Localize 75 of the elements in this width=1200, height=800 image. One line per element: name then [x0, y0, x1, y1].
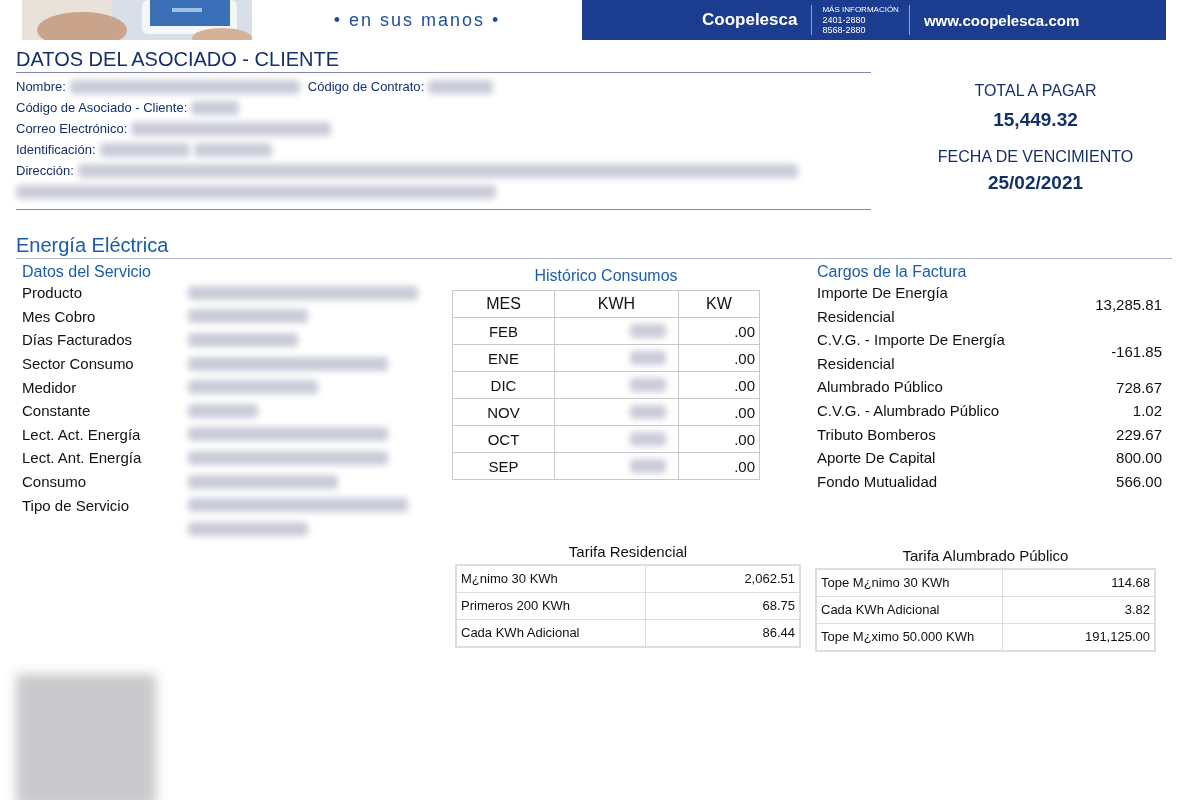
field-label: Dirección:: [16, 163, 74, 178]
charge-amount: 229.67: [1116, 425, 1162, 443]
slogan: • en sus manos •: [333, 9, 501, 31]
charge-label: Aporte De Capital: [817, 448, 937, 469]
charge-label: C.V.G. - Alumbrado Público: [817, 400, 1001, 421]
charge-label: Alumbrado Público: [817, 377, 944, 398]
service-label: Consumo: [22, 473, 88, 491]
field-label: Nombre:: [16, 79, 66, 94]
table-cell: ENE: [452, 344, 555, 372]
charge-amount: 728.67: [1116, 378, 1162, 396]
website-link[interactable]: www.coopelesca.com: [923, 11, 1080, 29]
charge-label: Fondo Mutualidad: [817, 471, 939, 492]
service-label: Sector Consumo: [22, 355, 135, 373]
table-title: Tarifa Alumbrado Público: [902, 546, 1069, 564]
charge-amount: 13,285.81: [1095, 296, 1162, 314]
charge-amount: -161.85: [1111, 343, 1162, 361]
field-label: Identificación:: [16, 142, 96, 157]
blurred-text: [629, 405, 666, 419]
blurred-text: [629, 351, 666, 365]
brand-logo: Coopelesca: [702, 10, 798, 30]
service-label: Producto: [22, 284, 84, 302]
service-label: Medidor: [22, 378, 78, 396]
table-cell: Tope M¿nimo 30 KWh: [816, 568, 1003, 597]
blurred-text: [428, 79, 494, 94]
service-label: Mes Cobro: [22, 307, 97, 325]
total-label: TOTAL A PAGAR: [974, 82, 1097, 100]
due-date: 25/02/2021: [987, 172, 1084, 194]
charge-amount: 566.00: [1116, 473, 1162, 491]
phone-number: 2401-2880: [822, 15, 867, 25]
table-cell: .00: [678, 452, 760, 480]
table-cell: Cada KWh Adicional: [816, 596, 1003, 624]
service-label: Constante: [22, 402, 92, 420]
due-date-label: FECHA DE VENCIMIENTO: [937, 148, 1134, 166]
service-label: Lect. Act. Energía: [22, 425, 142, 443]
column-header: MES: [452, 290, 555, 318]
field-label: Correo Electrónico:: [16, 121, 128, 136]
info-label: MÁS INFORMACIÓN: [822, 5, 899, 15]
blurred-text: [629, 378, 666, 392]
section-title: Energía Eléctrica: [16, 234, 1172, 259]
table-cell: .00: [678, 398, 760, 426]
charge-label: Importe De Energía Residencial: [817, 283, 949, 327]
service-label: Lect. Ant. Energía: [22, 449, 143, 467]
column-heading: Cargos de la Factura: [817, 263, 968, 281]
table-cell: .00: [678, 425, 760, 453]
column-header: KWH: [554, 290, 679, 318]
table-cell: OCT: [452, 425, 555, 453]
blurred-text: [188, 403, 258, 418]
blurred-text: [629, 459, 666, 473]
charge-label: Tributo Bomberos: [817, 424, 937, 445]
charge-amount: 800.00: [1116, 449, 1162, 467]
field-label: Código de Contrato:: [307, 79, 425, 94]
table-cell: .00: [678, 344, 760, 372]
field-label: Código de Asociado - Cliente:: [16, 100, 188, 115]
blurred-text: [191, 100, 240, 115]
blurred-text: [629, 432, 666, 446]
charge-amount: 1.02: [1132, 402, 1162, 420]
blurred-text: [629, 324, 666, 338]
table-cell: DIC: [452, 371, 555, 399]
table-cell: .00: [678, 317, 760, 345]
section-title: DATOS DEL ASOCIADO - CLIENTE: [16, 48, 871, 73]
table-cell: M¿nimo 30 KWh: [456, 564, 646, 593]
table-cell: NOV: [452, 398, 555, 426]
table-cell: FEB: [452, 317, 555, 345]
total-amount: 15,449.32: [993, 109, 1078, 131]
table-cell: Primeros 200 KWh: [456, 592, 646, 620]
service-label: Tipo de Servicio: [22, 496, 130, 514]
table-cell: SEP: [452, 452, 555, 480]
service-label: Días Facturados: [22, 331, 134, 349]
table-cell: .00: [678, 371, 760, 399]
phone-number: 8568-2880: [822, 25, 867, 35]
column-heading: Datos del Servicio: [22, 263, 152, 281]
table-title: Tarifa Residencial: [568, 542, 688, 560]
charge-label: C.V.G. - Importe De Energía Residencial: [817, 330, 1006, 374]
column-heading: Histórico Consumos: [534, 267, 678, 285]
column-header: KW: [678, 290, 760, 318]
